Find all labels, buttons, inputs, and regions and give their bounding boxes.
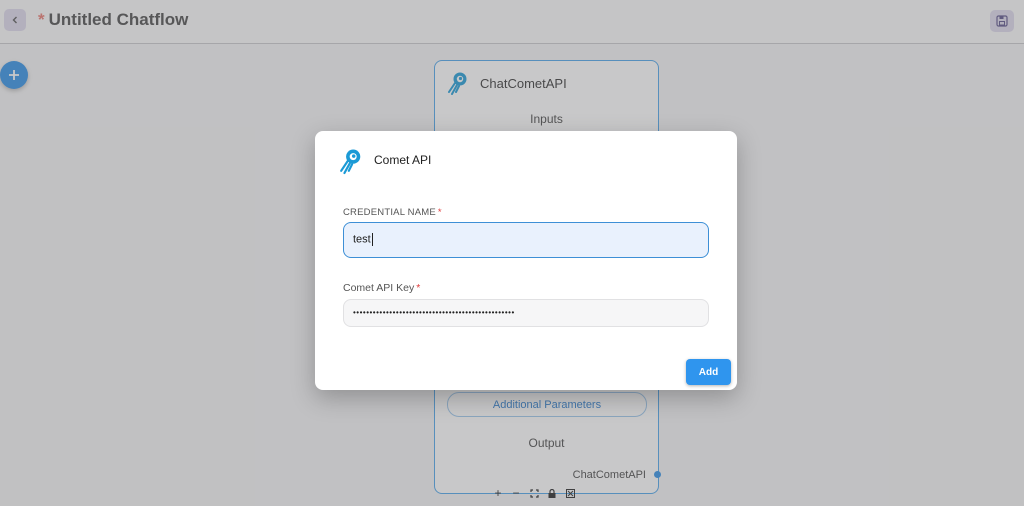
api-key-masked-value: ••••••••••••••••••••••••••••••••••••••••… (353, 308, 515, 317)
comet-logo-icon (340, 149, 361, 175)
dialog-title: Comet API (374, 153, 432, 167)
credential-name-input[interactable]: test (343, 222, 709, 258)
credential-name-value: test (353, 233, 371, 246)
credential-name-label-text: CREDENTIAL NAME (343, 207, 436, 218)
add-button[interactable]: Add (686, 359, 731, 385)
api-key-input[interactable]: ••••••••••••••••••••••••••••••••••••••••… (343, 299, 709, 327)
required-marker: * (416, 282, 421, 294)
api-key-label: Comet API Key * (343, 282, 420, 294)
api-key-label-text: Comet API Key (343, 282, 415, 294)
credential-name-label: CREDENTIAL NAME * (343, 207, 442, 218)
credential-dialog: Comet API CREDENTIAL NAME * test Comet AP… (315, 131, 737, 390)
required-marker: * (437, 207, 442, 218)
text-caret (371, 233, 373, 246)
